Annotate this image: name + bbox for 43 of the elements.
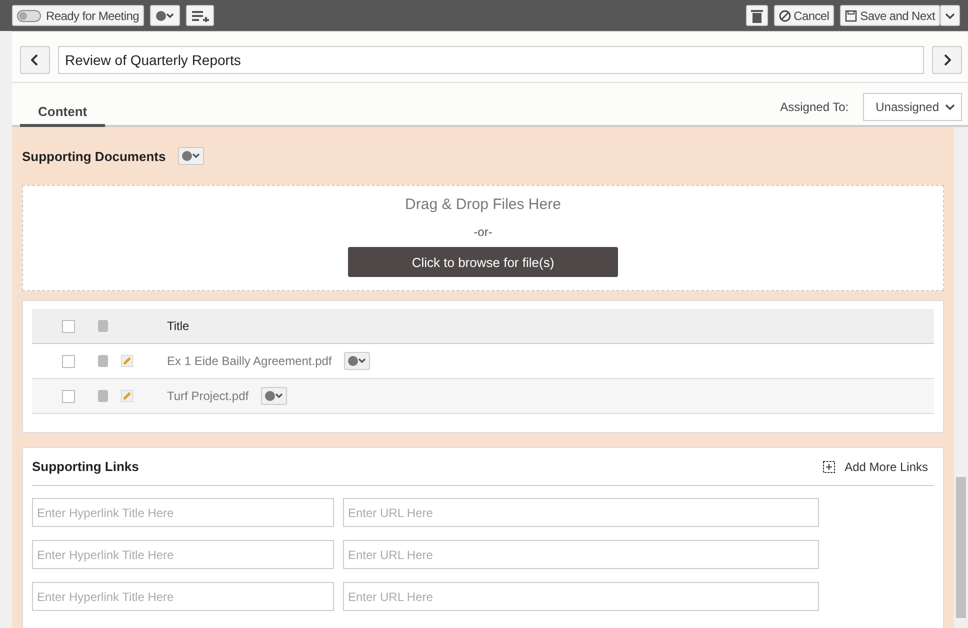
browse-button[interactable]: Click to browse for file(s) (348, 247, 618, 277)
link-title-field[interactable]: Enter Hyperlink Title Here (32, 582, 334, 611)
scrollbar[interactable] (954, 127, 968, 628)
add-list-button[interactable] (186, 5, 214, 26)
assignee-dropdown[interactable]: Unassigned (862, 93, 962, 121)
caret-icon (945, 12, 955, 20)
next-button[interactable] (932, 46, 962, 74)
visibility-dropdown[interactable] (150, 5, 180, 26)
cancel-icon (778, 10, 791, 22)
or-text: -or- (474, 225, 492, 239)
visibility-dropdown[interactable] (260, 387, 287, 405)
assigned-label: Assigned To: (780, 100, 849, 114)
section-title: Supporting Links (32, 459, 139, 474)
column-header: Title (167, 319, 190, 333)
list-add-icon (190, 10, 209, 22)
drop-zone[interactable]: Drag & Drop Files Here -or- Click to browse for file(s) (22, 185, 944, 291)
drop-text: Drag & Drop Files Here (405, 196, 561, 213)
visibility-dropdown[interactable] (344, 352, 370, 370)
ready-toggle[interactable]: Ready for Meeting (12, 5, 144, 26)
caret-button[interactable] (940, 5, 960, 26)
file-name[interactable]: Turf Project.pdf (167, 389, 249, 403)
url-field[interactable]: Enter URL Here (343, 582, 819, 611)
add-links-button[interactable]: Add More Links (816, 458, 934, 474)
url-field[interactable]: Enter URL Here (343, 498, 819, 527)
previous-button[interactable] (20, 46, 50, 74)
section-title: Supporting Documents (22, 148, 166, 164)
globe-caret-icon (154, 10, 175, 22)
file-name[interactable]: Ex 1 Eide Bailly Agreement.pdf (167, 354, 332, 368)
visibility-dropdown[interactable] (178, 147, 204, 165)
title-field[interactable]: Review of Quarterly Reports (58, 46, 924, 74)
link-title-field[interactable]: Enter Hyperlink Title Here (32, 498, 334, 527)
chevron-right-icon (943, 54, 951, 66)
caret-icon (945, 103, 955, 111)
checkbox[interactable] (62, 390, 75, 402)
chevron-left-icon (31, 54, 39, 66)
link-title-field[interactable]: Enter Hyperlink Title Here (32, 540, 334, 569)
save-next-button[interactable]: Save and Next (840, 5, 940, 26)
checkbox[interactable] (62, 354, 75, 368)
save-icon (845, 10, 858, 22)
url-field[interactable]: Enter URL Here (343, 540, 819, 569)
cancel-button[interactable]: Cancel (774, 5, 834, 26)
checkbox[interactable] (62, 320, 75, 332)
add-box-icon (822, 460, 835, 472)
